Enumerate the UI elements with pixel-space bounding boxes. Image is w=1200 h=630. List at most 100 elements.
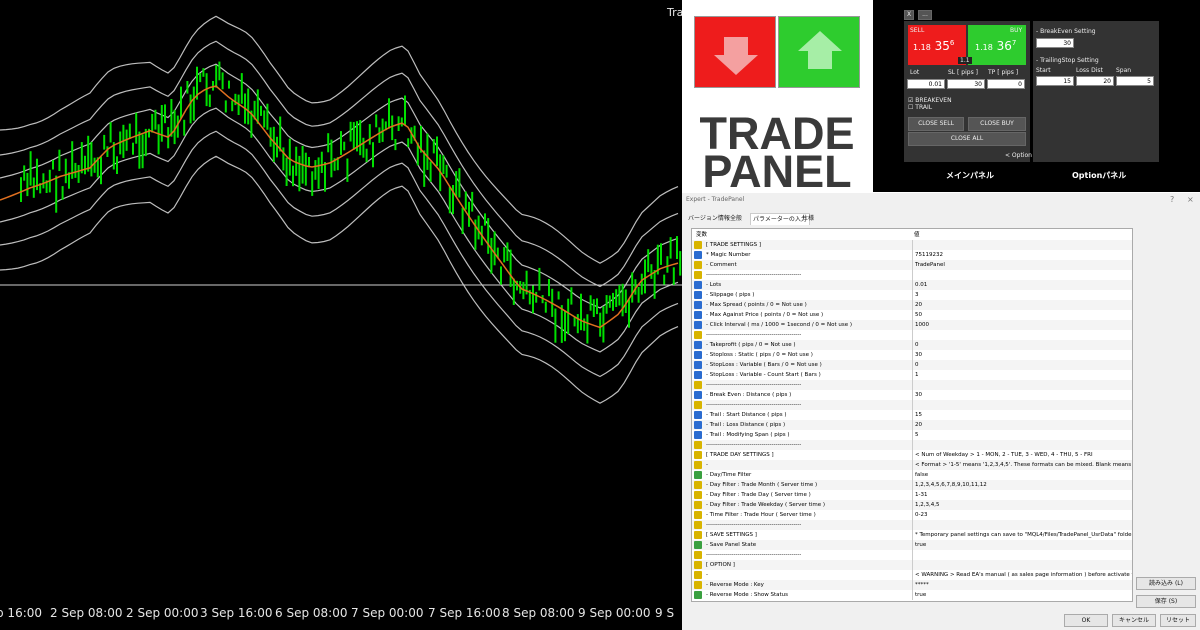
table-row[interactable]: - Takeprofit ( pips / 0 = Not use ) 0: [692, 340, 1132, 350]
param-value[interactable]: 30: [912, 390, 1132, 400]
help-button[interactable]: ?: [1170, 195, 1174, 204]
param-value[interactable]: false: [912, 470, 1132, 480]
param-value[interactable]: [912, 380, 1132, 390]
param-value[interactable]: 0-23: [912, 510, 1132, 520]
breakeven-checkbox[interactable]: ☑ BREAKEVEN: [908, 97, 952, 104]
big-sell-button[interactable]: [694, 16, 776, 88]
table-row[interactable]: ----------------------------------------…: [692, 330, 1132, 340]
close-buy-button[interactable]: CLOSE BUY: [968, 117, 1026, 131]
param-value[interactable]: 5: [912, 430, 1132, 440]
param-value[interactable]: 75119232: [912, 250, 1132, 260]
param-value[interactable]: [912, 550, 1132, 560]
param-value[interactable]: < WARNING > Read EA's manual ( as sales …: [912, 570, 1132, 580]
param-value[interactable]: 30: [912, 350, 1132, 360]
param-value[interactable]: 1,2,3,4,5,6,7,8,9,10,11,12: [912, 480, 1132, 490]
param-value[interactable]: TradePanel: [912, 260, 1132, 270]
param-value[interactable]: [912, 330, 1132, 340]
param-value[interactable]: 0.01: [912, 280, 1132, 290]
table-row[interactable]: [ SAVE SETTINGS ] * Temporary panel setti…: [692, 530, 1132, 540]
param-value[interactable]: true: [912, 540, 1132, 550]
table-row[interactable]: ----------------------------------------…: [692, 270, 1132, 280]
table-row[interactable]: - Stoploss : Static ( pips / 0 = Not use…: [692, 350, 1132, 360]
param-value[interactable]: [912, 270, 1132, 280]
table-row[interactable]: - Day/Time Filter false: [692, 470, 1132, 480]
param-value[interactable]: [912, 240, 1132, 250]
table-row[interactable]: ----------------------------------------…: [692, 520, 1132, 530]
close-sell-button[interactable]: CLOSE SELL: [908, 117, 964, 131]
param-value[interactable]: [912, 400, 1132, 410]
table-row[interactable]: - Max Spread ( points / 0 = Not use ) 20: [692, 300, 1132, 310]
param-value[interactable]: *****: [912, 580, 1132, 590]
table-row[interactable]: ----------------------------------------…: [692, 380, 1132, 390]
table-row[interactable]: - Lots 0.01: [692, 280, 1132, 290]
option-link[interactable]: < Option: [1005, 152, 1032, 159]
close-all-button[interactable]: CLOSE ALL: [908, 132, 1026, 146]
table-row[interactable]: [ TRADE DAY SETTINGS ] < Num of Weekday >…: [692, 450, 1132, 460]
param-value[interactable]: < Num of Weekday > 1 - MON, 2 - TUE, 3 -…: [912, 450, 1132, 460]
table-row[interactable]: - < Format > '1-5' means '1,2,3,4,5'. The…: [692, 460, 1132, 470]
param-value[interactable]: 20: [912, 300, 1132, 310]
table-row[interactable]: [ OPTION ]: [692, 560, 1132, 570]
big-buy-button[interactable]: [778, 16, 860, 88]
table-row[interactable]: - Day Filter : Trade Weekday ( Server ti…: [692, 500, 1132, 510]
param-value[interactable]: 50: [912, 310, 1132, 320]
param-value[interactable]: 1,2,3,4,5: [912, 500, 1132, 510]
param-value[interactable]: 20: [912, 420, 1132, 430]
ok-button[interactable]: OK: [1064, 614, 1108, 627]
table-row[interactable]: - Comment TradePanel: [692, 260, 1132, 270]
param-value[interactable]: 1: [912, 370, 1132, 380]
table-row[interactable]: - Save Panel State true: [692, 540, 1132, 550]
param-value[interactable]: 0: [912, 360, 1132, 370]
table-row[interactable]: - StopLoss : Variable ( Bars / 0 = Not u…: [692, 360, 1132, 370]
param-value[interactable]: 0: [912, 340, 1132, 350]
table-row[interactable]: - Trail : Loss Distance ( pips ) 20: [692, 420, 1132, 430]
table-row[interactable]: - Reverse Mode : Show Status true: [692, 590, 1132, 600]
lot-input[interactable]: 0.01: [907, 79, 945, 89]
trail-span-input[interactable]: 5: [1116, 76, 1154, 86]
param-value[interactable]: [912, 560, 1132, 570]
panel-menu-button[interactable]: ...: [918, 10, 932, 20]
param-value[interactable]: true: [912, 590, 1132, 600]
table-row[interactable]: - Day Filter : Trade Day ( Server time )…: [692, 490, 1132, 500]
table-row[interactable]: - Time Filter : Trade Hour ( Server time…: [692, 510, 1132, 520]
table-row[interactable]: - Slippage ( pips ) 3: [692, 290, 1132, 300]
table-row[interactable]: - Click Interval ( ms / 1000 = 1second /…: [692, 320, 1132, 330]
trail-checkbox[interactable]: ☐ TRAIL: [908, 104, 932, 111]
tab-general[interactable]: 全般: [728, 213, 744, 225]
table-row[interactable]: - Trail : Modifying Span ( pips ) 5: [692, 430, 1132, 440]
param-value[interactable]: [912, 440, 1132, 450]
param-value[interactable]: * Temporary panel settings can save to "…: [912, 530, 1132, 540]
reset-button[interactable]: リセット: [1160, 614, 1196, 627]
table-row[interactable]: - Day Filter : Trade Month ( Server time…: [692, 480, 1132, 490]
param-value[interactable]: 3: [912, 290, 1132, 300]
param-value[interactable]: < Format > '1-5' means '1,2,3,4,5'. Thes…: [912, 460, 1132, 470]
table-row[interactable]: ----------------------------------------…: [692, 400, 1132, 410]
table-row[interactable]: - Reverse Mode : Key *****: [692, 580, 1132, 590]
table-row[interactable]: - Trail : Start Distance ( pips ) 15: [692, 410, 1132, 420]
table-row[interactable]: - Max Against Price ( points / 0 = Not u…: [692, 310, 1132, 320]
cancel-button[interactable]: キャンセル: [1112, 614, 1156, 627]
trail-loss-input[interactable]: 20: [1076, 76, 1114, 86]
table-row[interactable]: * Magic Number 75119232: [692, 250, 1132, 260]
load-button[interactable]: 読み込み (L): [1136, 577, 1196, 590]
price-chart[interactable]: Tra p 16:00 2 Sep 08:00 2 Sep 00:00 3 Sep 1…: [0, 0, 682, 630]
param-value[interactable]: [912, 520, 1132, 530]
param-value[interactable]: 1-31: [912, 490, 1132, 500]
tab-version[interactable]: バージョン情報: [686, 213, 732, 225]
table-row[interactable]: ----------------------------------------…: [692, 550, 1132, 560]
tab-spec[interactable]: 仕様: [800, 213, 816, 225]
save-button[interactable]: 保存 (S): [1136, 595, 1196, 608]
table-row[interactable]: - StopLoss : Variable - Count Start ( Ba…: [692, 370, 1132, 380]
table-row[interactable]: - Break Even : Distance ( pips ) 30: [692, 390, 1132, 400]
table-row[interactable]: ----------------------------------------…: [692, 440, 1132, 450]
table-row[interactable]: [ TRADE SETTINGS ]: [692, 240, 1132, 250]
tp-input[interactable]: 0: [987, 79, 1025, 89]
breakeven-input[interactable]: 30: [1036, 38, 1074, 48]
table-row[interactable]: - < WARNING > Read EA's manual ( as sales…: [692, 570, 1132, 580]
dialog-close-button[interactable]: ×: [1187, 195, 1194, 204]
param-value[interactable]: 1000: [912, 320, 1132, 330]
trail-start-input[interactable]: 15: [1036, 76, 1074, 86]
sl-input[interactable]: 30: [947, 79, 985, 89]
param-value[interactable]: 15: [912, 410, 1132, 420]
panel-close-button[interactable]: X: [904, 10, 914, 20]
